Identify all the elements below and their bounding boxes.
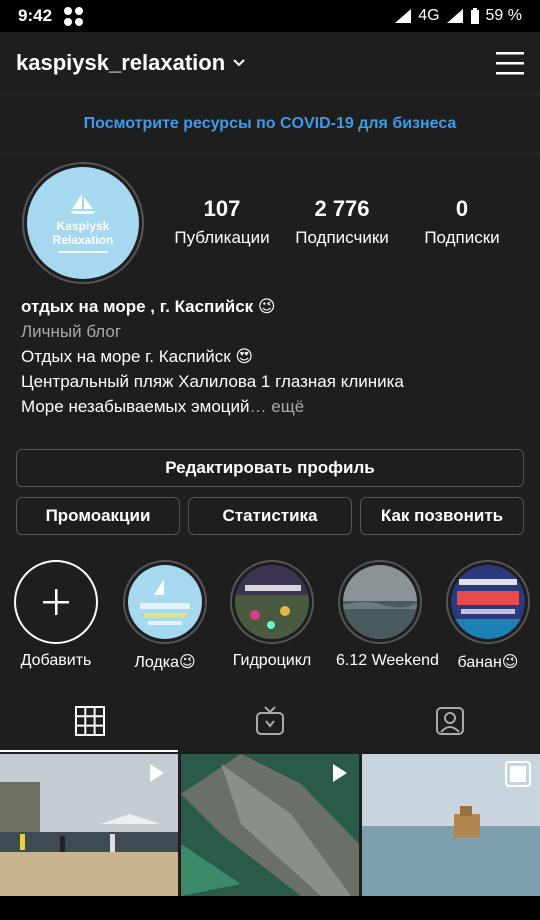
sailboat-icon [70, 194, 96, 214]
network-type: 4G [418, 7, 440, 24]
menu-icon[interactable] [496, 51, 524, 75]
post-thumbnail[interactable] [362, 754, 540, 896]
followers-count-value: 2 776 [314, 196, 370, 221]
plus-icon [43, 589, 69, 615]
post-thumbnail[interactable] [0, 754, 178, 896]
profile-category: Личный блог [21, 322, 122, 341]
contact-button[interactable]: Как позвонить [360, 497, 524, 535]
posts-count-value: 107 [203, 196, 241, 221]
status-bar: 9:42 4G 59 % [0, 0, 540, 32]
battery-icon [470, 7, 479, 24]
covid-resources-banner[interactable]: Посмотрите ресурсы по COVID-19 для бизне… [0, 94, 540, 154]
profile-tabs [0, 690, 540, 752]
highlight-label: 6.12 Weekend [336, 652, 439, 669]
notification-dots-icon [64, 6, 84, 26]
tab-igtv[interactable] [180, 690, 360, 752]
status-time: 9:42 [18, 6, 53, 25]
profile-bio: отдых на море , г. Каспийск 😉 Личный бло… [21, 294, 521, 419]
profile-avatar[interactable]: Kaspiysk Relaxation [22, 162, 144, 284]
avatar-underline [58, 251, 108, 253]
highlight-add[interactable]: Добавить [12, 560, 100, 670]
profile-name: отдых на море , г. Каспийск 😉 [21, 297, 276, 316]
highlight-thumbnail [451, 565, 525, 639]
battery-level: 59 % [485, 7, 522, 24]
highlight-item[interactable]: банан😉 [444, 560, 532, 672]
tab-tagged[interactable] [360, 690, 540, 752]
following-count-label: Подписки [424, 228, 500, 247]
bio-line: Центральный пляж Халилова 1 глазная клин… [21, 372, 404, 391]
highlight-ring [230, 560, 314, 644]
add-highlight-circle[interactable] [14, 560, 98, 644]
promotions-button[interactable]: Промоакции [16, 497, 180, 535]
highlight-ring [338, 560, 422, 644]
highlight-item[interactable]: Лодка😉 [121, 560, 209, 672]
posts-count[interactable]: 107 Публикации [168, 196, 276, 248]
avatar-logo: Kaspiysk Relaxation [27, 167, 139, 279]
bio-line-truncated: Море незабываемых эмоций… ещё [21, 394, 521, 419]
chevron-down-icon[interactable] [233, 59, 245, 67]
highlight-thumbnail [128, 565, 202, 639]
username-switcher[interactable]: kaspiysk_relaxation [16, 50, 225, 76]
highlight-label: Гидроцикл [232, 652, 312, 669]
following-count-value: 0 [455, 196, 469, 221]
avatar-text-line2: Relaxation [52, 233, 114, 247]
insights-button[interactable]: Статистика [188, 497, 352, 535]
avatar-text-line1: Kaspiysk [56, 219, 110, 233]
followers-count[interactable]: 2 776 Подписчики [286, 196, 398, 248]
igtv-icon [256, 706, 284, 735]
profile-header: kaspiysk_relaxation [0, 32, 540, 94]
highlight-thumbnail [235, 565, 309, 639]
tagged-icon [436, 707, 464, 735]
signal-icon [395, 9, 412, 23]
highlight-label: Лодка😉 [134, 654, 196, 671]
highlight-item[interactable]: 6.12 Weekend [336, 560, 439, 670]
edit-profile-button[interactable]: Редактировать профиль [16, 449, 524, 487]
highlight-ring [123, 560, 207, 644]
highlight-thumbnail [343, 565, 417, 639]
tab-posts-grid[interactable] [0, 690, 180, 752]
following-count[interactable]: 0 Подписки [412, 196, 512, 248]
highlight-label: Добавить [20, 652, 92, 669]
posts-count-label: Публикации [174, 228, 270, 247]
bottom-navigation-bar [0, 896, 540, 920]
covid-banner-link[interactable]: Посмотрите ресурсы по COVID-19 для бизне… [84, 115, 457, 133]
grid-icon [75, 706, 105, 736]
highlight-label: банан😉 [457, 654, 519, 671]
bio-more-link[interactable]: … ещё [250, 397, 305, 416]
highlight-item[interactable]: Гидроцикл [228, 560, 316, 670]
followers-count-label: Подписчики [295, 228, 389, 247]
signal-strength-icon [446, 9, 463, 23]
post-thumbnail[interactable] [181, 754, 359, 896]
active-tab-indicator [0, 750, 178, 752]
highlight-ring [446, 560, 530, 644]
bio-line: Море незабываемых эмоций [21, 397, 250, 416]
bio-line: Отдых на море г. Каспийск 😍 [21, 347, 254, 366]
